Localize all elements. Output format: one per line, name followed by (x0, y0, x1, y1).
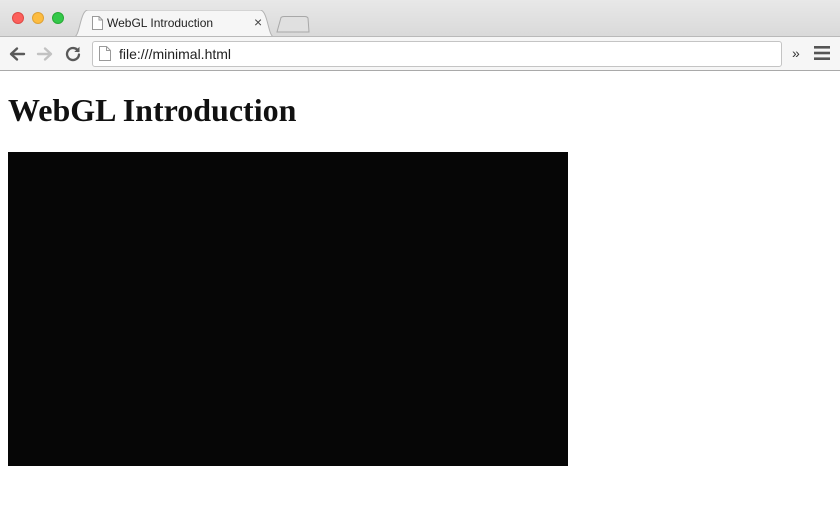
tab-close-icon[interactable]: × (254, 15, 262, 29)
reload-button[interactable] (64, 45, 82, 63)
browser-toolbar: file:///minimal.html » (0, 36, 840, 71)
page-content: WebGL Introduction (0, 72, 840, 512)
window-maximize-button[interactable] (52, 12, 64, 24)
page-icon (99, 46, 111, 66)
tab-strip: WebGL Introduction × (0, 0, 840, 37)
window-minimize-button[interactable] (32, 12, 44, 24)
tab-active[interactable]: WebGL Introduction × (74, 10, 274, 37)
extensions-overflow-button[interactable]: » (792, 45, 800, 61)
window-close-button[interactable] (12, 12, 24, 24)
browser-window: WebGL Introduction × file:///minimal.htm… (0, 0, 840, 512)
address-bar[interactable]: file:///minimal.html (92, 41, 782, 67)
url-text[interactable]: file:///minimal.html (119, 47, 231, 62)
page-title: WebGL Introduction (8, 92, 297, 128)
back-button[interactable] (8, 45, 26, 63)
page-icon (92, 16, 103, 35)
forward-button[interactable] (36, 45, 54, 63)
arrow-left-icon (9, 47, 26, 61)
tab-title: WebGL Introduction (107, 16, 214, 30)
new-tab-button[interactable] (276, 16, 310, 38)
reload-icon (65, 46, 81, 62)
webgl-canvas[interactable] (8, 152, 568, 466)
hamburger-menu-icon[interactable] (814, 46, 830, 65)
arrow-right-icon (36, 47, 53, 61)
